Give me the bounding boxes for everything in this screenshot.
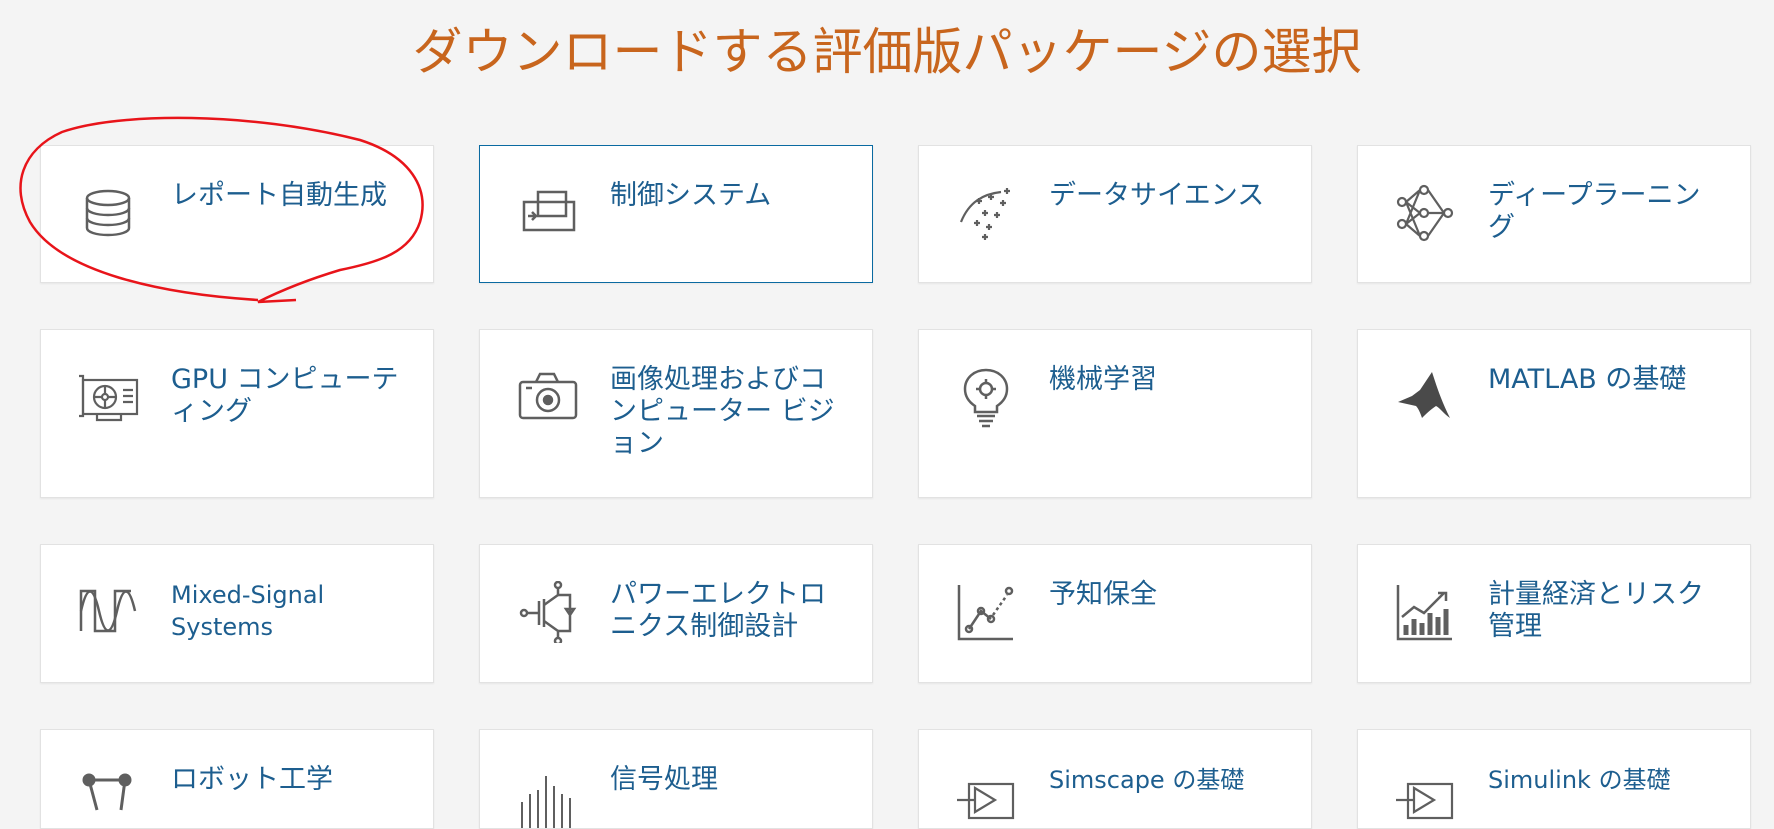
card-simulink-basics[interactable]: Simulink の基礎 [1357, 729, 1751, 829]
card-label: 画像処理およびコンピューター ビジョン [610, 364, 835, 459]
card-label: レポート自動生成 [171, 180, 387, 211]
scatter-sparkle-icon [955, 182, 1017, 244]
bar-trend-icon [1394, 581, 1456, 643]
card-matlab-basics[interactable]: MATLAB の基礎 [1357, 329, 1751, 498]
card-label: Mixed-Signal Systems [171, 581, 325, 641]
card-label: MATLAB の基礎 [1488, 364, 1687, 395]
card-predictive-maintenance[interactable]: 予知保全 [918, 544, 1312, 683]
card-robotics[interactable]: ロボット工学 [40, 729, 434, 829]
lightbulb-gear-icon [955, 366, 1017, 428]
card-machine-learning[interactable]: 機械学習 [918, 329, 1312, 498]
card-label: GPU コンピューティング [171, 364, 399, 427]
card-label: Simscape の基礎 [1049, 766, 1245, 794]
neural-network-icon [1394, 182, 1456, 244]
robot-arm-icon [77, 766, 139, 828]
card-label: 予知保全 [1049, 579, 1157, 610]
card-label: データサイエンス [1049, 180, 1265, 211]
card-label: 機械学習 [1049, 364, 1157, 395]
card-econometrics[interactable]: 計量経済とリスク管理 [1357, 544, 1751, 683]
card-label: Simulink の基礎 [1488, 766, 1671, 794]
database-icon [77, 182, 139, 244]
matlab-logo-icon [1394, 366, 1456, 428]
card-data-science[interactable]: データサイエンス [918, 145, 1312, 283]
card-image-processing[interactable]: 画像処理およびコンピューター ビジョン [479, 329, 873, 498]
simscape-block-icon [955, 766, 1017, 828]
card-label: ディープラーニング [1488, 180, 1701, 243]
signal-bars-icon [516, 766, 578, 828]
card-label: 信号処理 [610, 764, 718, 795]
card-mixed-signal[interactable]: Mixed-Signal Systems [40, 544, 434, 683]
control-block-icon [516, 182, 578, 244]
card-deep-learning[interactable]: ディープラーニング [1357, 145, 1751, 283]
card-label: パワーエレクトロニクス制御設計 [610, 579, 826, 642]
square-sine-wave-icon [77, 581, 139, 643]
card-label: 制御システム [610, 180, 772, 211]
card-simscape-basics[interactable]: Simscape の基礎 [918, 729, 1312, 829]
card-control-systems[interactable]: 制御システム [479, 145, 873, 283]
card-label: ロボット工学 [171, 764, 333, 795]
card-power-electronics[interactable]: パワーエレクトロニクス制御設計 [479, 544, 873, 683]
card-report-generation[interactable]: レポート自動生成 [40, 145, 434, 283]
simulink-block-icon [1394, 766, 1456, 828]
page-title: ダウンロードする評価版パッケージの選択 [412, 23, 1362, 81]
camera-icon [516, 366, 578, 428]
gpu-card-icon [77, 366, 139, 428]
card-gpu-computing[interactable]: GPU コンピューティング [40, 329, 434, 498]
igbt-transistor-icon [516, 581, 578, 643]
card-label: 計量経済とリスク管理 [1488, 579, 1704, 642]
trend-chart-icon [955, 581, 1017, 643]
card-signal-processing[interactable]: 信号処理 [479, 729, 873, 829]
